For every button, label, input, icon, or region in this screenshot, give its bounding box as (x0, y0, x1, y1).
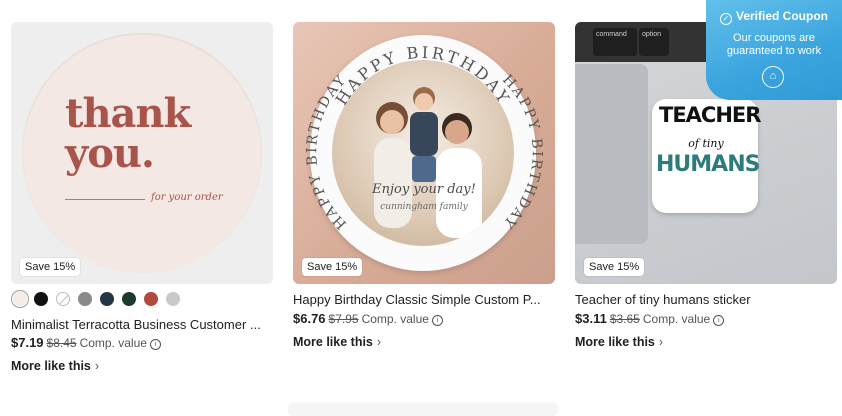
swatch-navy[interactable] (100, 292, 114, 306)
ring-text-top: HAPPY BIRTHDAY (332, 43, 512, 109)
more-like-this-link[interactable]: More like this › (293, 335, 381, 349)
birthday-script-text: Enjoy your day! (372, 182, 476, 197)
swatch-light-gray[interactable] (166, 292, 180, 306)
check-circle-icon: ✓ (719, 13, 732, 25)
swatch-clear[interactable] (56, 292, 70, 306)
swatch-cream[interactable] (13, 292, 27, 306)
product-title[interactable]: Teacher of tiny humans sticker (575, 292, 837, 307)
price-row: $3.11 $3.65 Comp. value i (575, 311, 725, 326)
key-option: option (639, 28, 669, 56)
info-icon[interactable]: i (713, 315, 725, 326)
sticker-text-you: you. (65, 130, 155, 177)
sticker-text-of-tiny: of tiny (688, 137, 724, 150)
info-icon[interactable]: i (149, 339, 161, 350)
chevron-right-icon: › (658, 335, 664, 349)
key-command: command (593, 28, 637, 56)
sticker-text-order: for your order (151, 192, 223, 203)
more-like-this-label: More like this (575, 335, 655, 349)
swatch-gray[interactable] (78, 292, 92, 306)
product-image[interactable]: HAPPY BIRTHDAY HAPPY BIRTHDAY HAPPY BIRT… (293, 22, 555, 284)
save-badge: Save 15% (584, 258, 645, 276)
original-price: $7.95 (328, 312, 359, 326)
more-like-this-link[interactable]: More like this › (575, 335, 663, 349)
product-title[interactable]: Happy Birthday Classic Simple Custom P..… (293, 292, 555, 307)
product-card-1[interactable]: thank you. for your order Save 15% Minim… (11, 22, 273, 373)
info-icon[interactable]: i (431, 315, 443, 326)
original-price: $3.65 (609, 312, 640, 326)
bottom-edge-element (288, 404, 558, 416)
save-badge: Save 15% (302, 258, 363, 276)
coupon-header: ✓ Verified Coupon (706, 9, 842, 25)
comp-value-label: Comp. value (361, 312, 429, 326)
price-row: $6.76 $7.95 Comp. value i (293, 311, 443, 326)
verified-coupon-banner[interactable]: ✓ Verified Coupon Our coupons are guarant… (706, 0, 842, 100)
price-row: $7.19 $8.45 Comp. value i (11, 335, 161, 350)
comp-value-label: Comp. value (642, 312, 711, 326)
coupon-tag-icon[interactable]: ⌂ (762, 66, 784, 88)
sticker-text-teacher: TEACHER (659, 103, 761, 127)
sale-price: $6.76 (293, 311, 326, 326)
more-like-this-label: More like this (11, 359, 91, 373)
birthday-family-text: cunningham family (380, 202, 468, 212)
sticker-divider (65, 199, 145, 200)
comp-value-label: Comp. value (79, 336, 147, 350)
swatch-dark-green[interactable] (122, 292, 136, 306)
sale-price: $7.19 (11, 335, 44, 350)
product-title[interactable]: Minimalist Terracotta Business Customer … (11, 317, 273, 332)
product-image[interactable]: thank you. for your order Save 15% (11, 22, 273, 284)
swatch-black[interactable] (34, 292, 48, 306)
trackpad (575, 64, 648, 244)
swatch-terracotta[interactable] (144, 292, 158, 306)
more-like-this-link[interactable]: More like this › (11, 359, 99, 373)
coupon-title: Verified Coupon (735, 9, 828, 23)
product-card-2[interactable]: HAPPY BIRTHDAY HAPPY BIRTHDAY HAPPY BIRT… (293, 22, 555, 349)
chevron-right-icon: › (94, 359, 100, 373)
coupon-body: Our coupons are guaranteed to work (726, 32, 822, 57)
svg-text:HAPPY BIRTHDAY: HAPPY BIRTHDAY (332, 43, 515, 109)
original-price: $8.45 (46, 336, 77, 350)
birthday-ring-text: HAPPY BIRTHDAY HAPPY BIRTHDAY HAPPY BIRT… (304, 43, 543, 232)
sticker-text-thank: thank (65, 90, 191, 137)
teacher-sticker: TEACHER of tiny HUMANS (652, 99, 761, 213)
sticker-text-humans: HUMANS (656, 152, 760, 177)
more-like-this-label: More like this (293, 335, 373, 349)
sale-price: $3.11 (575, 311, 607, 326)
chevron-right-icon: › (376, 335, 382, 349)
save-badge: Save 15% (20, 258, 81, 276)
